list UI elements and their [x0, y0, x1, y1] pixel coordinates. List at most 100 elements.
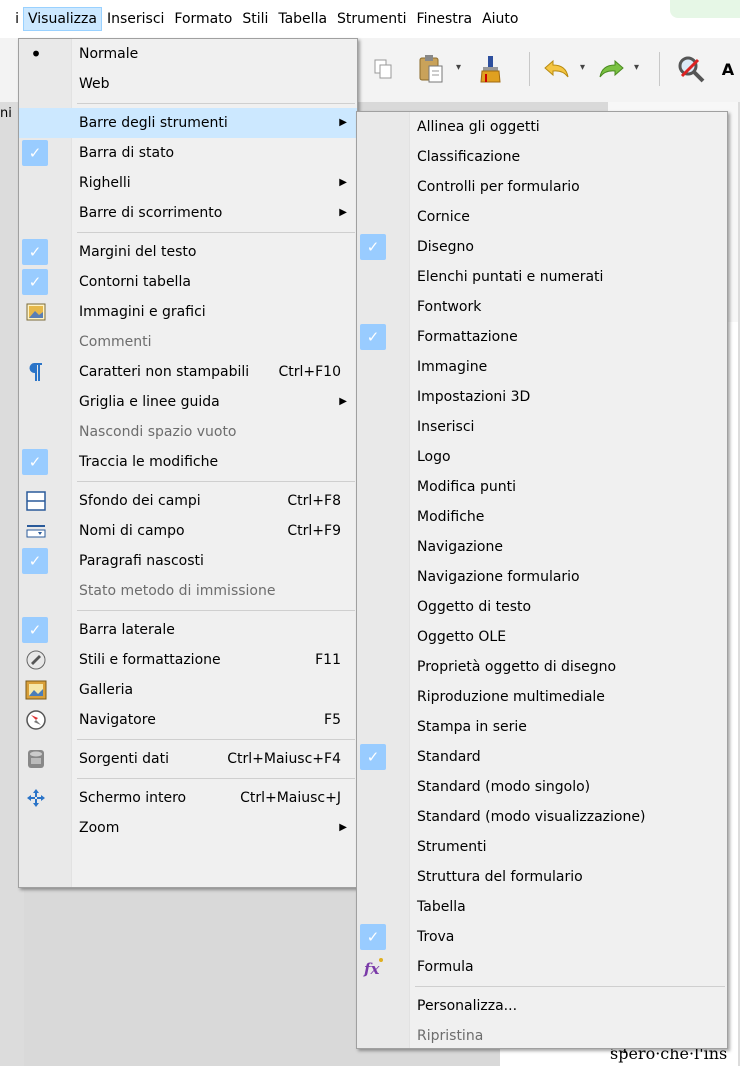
- toolbar-item-disegno[interactable]: ✓ Disegno: [357, 232, 727, 262]
- check-icon: ✓: [360, 234, 386, 260]
- toolbar-item-impostazioni-3d[interactable]: Impostazioni 3D: [357, 382, 727, 412]
- menu-item-label: Logo: [417, 449, 451, 465]
- find-replace-icon[interactable]: [674, 52, 708, 86]
- toolbar-item-immagine[interactable]: Immagine: [357, 352, 727, 382]
- menu-item-label: Elenchi puntati e numerati: [417, 269, 604, 285]
- toolbar-item-allinea-gli-oggetti[interactable]: Allinea gli oggetti: [357, 112, 727, 142]
- paste-icon[interactable]: [414, 52, 448, 86]
- view-menu-item-nascondi-spazio-vuoto: Nascondi spazio vuoto: [19, 417, 357, 447]
- view-menu-item-margini-del-testo[interactable]: ✓ Margini del testo: [19, 237, 357, 267]
- menu-aiuto[interactable]: Aiuto: [477, 9, 523, 29]
- view-menu-item-stili-e-formattazione[interactable]: Stili e formattazione F11: [19, 645, 357, 675]
- view-menu-item-righelli[interactable]: Righelli ▶: [19, 168, 357, 198]
- view-menu-item-barre-degli-strumenti[interactable]: Barre degli strumenti ▶: [19, 108, 357, 138]
- image-icon: [23, 299, 49, 325]
- menu-item-label: Stampa in serie: [417, 719, 527, 735]
- menu-item-label: Modifiche: [417, 509, 485, 525]
- redo-dropdown-arrow[interactable]: ▾: [634, 62, 639, 73]
- menu-item-label: Schermo intero: [79, 790, 187, 806]
- toolbar-item-struttura-del-formulario[interactable]: Struttura del formulario: [357, 862, 727, 892]
- view-menu-item-schermo-intero[interactable]: Schermo intero Ctrl+Maiusc+J: [19, 783, 357, 813]
- view-menu-item-paragrafi-nascosti[interactable]: ✓ Paragrafi nascosti: [19, 546, 357, 576]
- view-menu-item-sorgenti-dati[interactable]: Sorgenti dati Ctrl+Maiusc+F4: [19, 744, 357, 774]
- redo-icon[interactable]: [594, 52, 628, 86]
- menu-stili[interactable]: Stili: [237, 9, 273, 29]
- menu-item-label: Strumenti: [417, 839, 487, 855]
- styles-icon: [23, 647, 49, 673]
- menu-strumenti[interactable]: Strumenti: [332, 9, 412, 29]
- menu-separator: [19, 228, 357, 237]
- view-menu-item-contorni-tabella[interactable]: ✓ Contorni tabella: [19, 267, 357, 297]
- view-menu-item-nomi-di-campo[interactable]: Nomi di campo Ctrl+F9: [19, 516, 357, 546]
- toolbar-item-standard-modo-visualizzazione[interactable]: Standard (modo visualizzazione): [357, 802, 727, 832]
- undo-dropdown-arrow[interactable]: ▾: [580, 62, 585, 73]
- view-menu-item-immagini-e-grafici[interactable]: Immagini e grafici: [19, 297, 357, 327]
- clone-formatting-icon[interactable]: [474, 52, 508, 86]
- toolbar-item-controlli-per-formulario[interactable]: Controlli per formulario: [357, 172, 727, 202]
- menu-item-label: Paragrafi nascosti: [79, 553, 204, 569]
- menubar-left-fragment[interactable]: i: [0, 9, 23, 29]
- copy-icon[interactable]: [366, 52, 400, 86]
- toolbar-item-logo[interactable]: Logo: [357, 442, 727, 472]
- view-menu-item-normale[interactable]: • Normale: [19, 39, 357, 69]
- toolbar-item-formula[interactable]: fx Formula: [357, 952, 727, 982]
- check-icon: ✓: [22, 548, 48, 574]
- menu-item-label: Modifica punti: [417, 479, 516, 495]
- view-menu-item-griglia-e-linee-guida[interactable]: Griglia e linee guida ▶: [19, 387, 357, 417]
- toolbar-item-standard[interactable]: ✓ Standard: [357, 742, 727, 772]
- menu-separator: [19, 99, 357, 108]
- view-menu-item-barra-di-stato[interactable]: ✓ Barra di stato: [19, 138, 357, 168]
- menu-item-label: Formula: [417, 959, 474, 975]
- toolbar-item-trova[interactable]: ✓ Trova: [357, 922, 727, 952]
- menu-bar: i Visualizza Inserisci Formato Stili Tab…: [0, 0, 740, 38]
- menu-item-label: Griglia e linee guida: [79, 394, 220, 410]
- toolbar-item-modifica-punti[interactable]: Modifica punti: [357, 472, 727, 502]
- toolbar-item-stampa-in-serie[interactable]: Stampa in serie: [357, 712, 727, 742]
- menu-item-label: Ripristina: [417, 1028, 484, 1044]
- view-menu-item-navigatore[interactable]: Navigatore F5: [19, 705, 357, 735]
- menu-item-label: Zoom: [79, 820, 120, 836]
- toolbar-item-navigazione-formulario[interactable]: Navigazione formulario: [357, 562, 727, 592]
- menu-formato[interactable]: Formato: [169, 9, 237, 29]
- menu-inserisci[interactable]: Inserisci: [102, 9, 169, 29]
- menu-finestra[interactable]: Finestra: [412, 9, 478, 29]
- view-menu-item-web[interactable]: Web: [19, 69, 357, 99]
- menu-item-label: Classificazione: [417, 149, 521, 165]
- toolbar-item-modifiche[interactable]: Modifiche: [357, 502, 727, 532]
- toolbar-item-classificazione[interactable]: Classificazione: [357, 142, 727, 172]
- view-menu-item-sfondo-dei-campi[interactable]: Sfondo dei campi Ctrl+F8: [19, 486, 357, 516]
- menu-item-label: Standard (modo singolo): [417, 779, 591, 795]
- menu-item-shortcut: Ctrl+F8: [287, 493, 341, 509]
- toolbar-item-riproduzione-multimediale[interactable]: Riproduzione multimediale: [357, 682, 727, 712]
- toolbar-item-personalizza[interactable]: Personalizza...: [357, 991, 727, 1021]
- view-menu-item-galleria[interactable]: Galleria: [19, 675, 357, 705]
- menu-item-shortcut: F11: [315, 652, 341, 668]
- view-menu-item-zoom[interactable]: Zoom ▶: [19, 813, 357, 843]
- view-menu-item-caratteri-non-stampabili[interactable]: Caratteri non stampabili Ctrl+F10: [19, 357, 357, 387]
- toolbar-item-proprieta-oggetto-di-disegno[interactable]: Proprietà oggetto di disegno: [357, 652, 727, 682]
- toolbar-item-inserisci[interactable]: Inserisci: [357, 412, 727, 442]
- view-menu-item-traccia-le-modifiche[interactable]: ✓ Traccia le modifiche: [19, 447, 357, 477]
- check-icon: ✓: [22, 140, 48, 166]
- undo-icon[interactable]: [540, 52, 574, 86]
- toolbar-item-navigazione[interactable]: Navigazione: [357, 532, 727, 562]
- toolbar-item-oggetto-di-testo[interactable]: Oggetto di testo: [357, 592, 727, 622]
- view-menu-item-barre-di-scorrimento[interactable]: Barre di scorrimento ▶: [19, 198, 357, 228]
- paste-dropdown-arrow[interactable]: ▾: [456, 62, 461, 73]
- formula-icon: fx: [361, 954, 387, 980]
- toolbar-item-elenchi-puntati-e-numerati[interactable]: Elenchi puntati e numerati: [357, 262, 727, 292]
- toolbar-item-standard-modo-singolo[interactable]: Standard (modo singolo): [357, 772, 727, 802]
- menu-tabella[interactable]: Tabella: [273, 9, 332, 29]
- toolbar-item-cornice[interactable]: Cornice: [357, 202, 727, 232]
- menu-item-label: Barra di stato: [79, 145, 175, 161]
- menu-visualizza[interactable]: Visualizza: [23, 7, 102, 31]
- toolbar-item-tabella[interactable]: Tabella: [357, 892, 727, 922]
- radio-bullet-icon: •: [30, 42, 42, 66]
- toolbar-item-strumenti[interactable]: Strumenti: [357, 832, 727, 862]
- menu-item-shortcut: Ctrl+Maiusc+F4: [227, 751, 341, 767]
- toolbar-item-fontwork[interactable]: Fontwork: [357, 292, 727, 322]
- view-menu-item-barra-laterale[interactable]: ✓ Barra laterale: [19, 615, 357, 645]
- toolbar-item-oggetto-ole[interactable]: Oggetto OLE: [357, 622, 727, 652]
- toolbar-item-formattazione[interactable]: ✓ Formattazione: [357, 322, 727, 352]
- toolbar-separator: [659, 52, 660, 86]
